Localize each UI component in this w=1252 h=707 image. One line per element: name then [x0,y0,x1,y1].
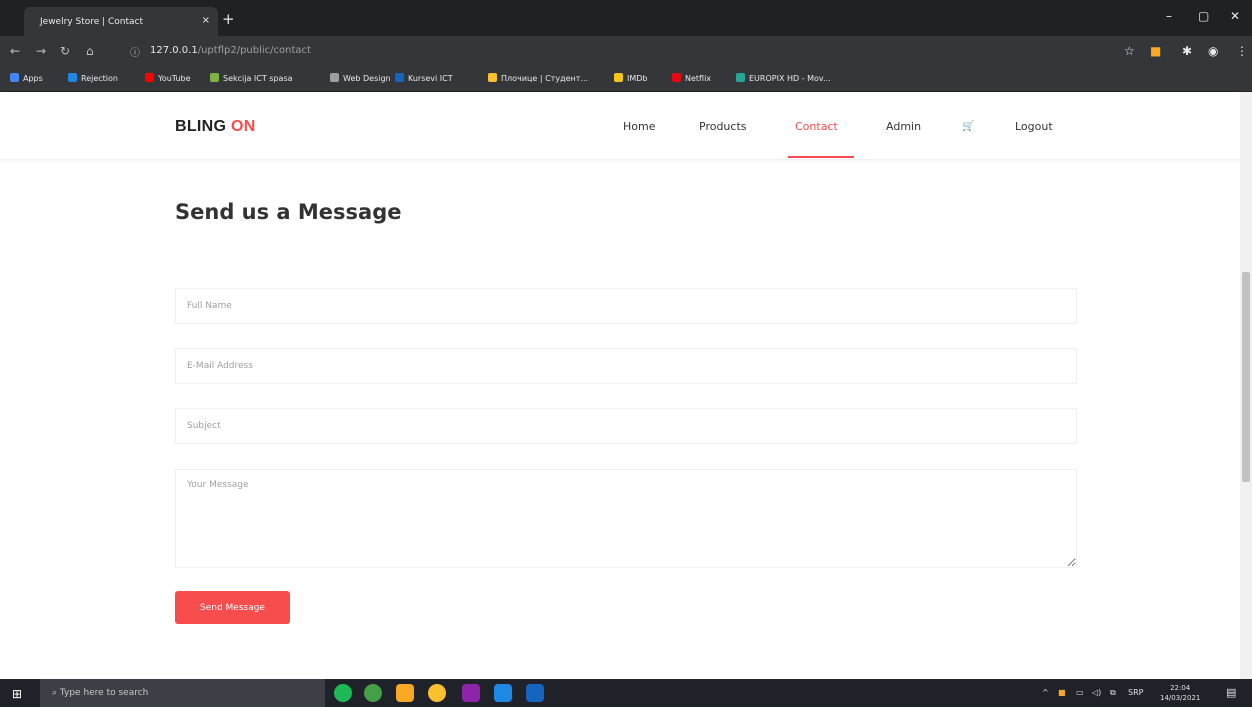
notifications-icon[interactable]: ▤ [1226,686,1236,699]
forward-icon[interactable]: → [36,44,46,58]
profile-icon[interactable]: ◉ [1208,44,1218,58]
url-path: /uptflp2/public/contact [197,45,311,56]
search-icon: ⌕ [52,688,60,698]
imdb-icon [614,73,623,82]
logo-text: BLING [175,118,232,135]
browser-titlebar: Jewelry Store | Contact × + – ▢ ✕ [0,0,1252,36]
browser-menu-icon[interactable]: ⋮ [1236,44,1248,58]
volume-icon[interactable]: ◁) [1092,688,1101,697]
page-content: BLING ON Home Products Contact Admin 🛒 L… [0,92,1240,679]
nav-contact[interactable]: Contact [795,120,838,133]
bookmark-icon [395,73,404,82]
chrome-icon[interactable] [428,684,446,702]
email-input[interactable] [175,348,1077,384]
new-tab-icon[interactable]: + [222,10,235,28]
nav-products[interactable]: Products [699,120,747,133]
app-icon[interactable] [364,684,382,702]
tray-language[interactable]: SRP [1128,688,1143,697]
extension-icon[interactable]: ■ [1150,44,1161,58]
extensions-puzzle-icon[interactable]: ✱ [1182,44,1192,58]
minimize-icon[interactable]: – [1166,9,1172,23]
taskbar-search[interactable]: ⌕ Type here to search [40,679,325,707]
windows-start-icon[interactable]: ⊞ [12,687,22,701]
tab-title: Jewelry Store | Contact [40,17,144,27]
nav-admin[interactable]: Admin [886,120,921,133]
tray-chevron-icon[interactable]: ^ [1042,688,1049,697]
bookmark-item[interactable]: YouTube [145,73,191,83]
send-message-button[interactable]: Send Message [175,591,290,624]
app-icon[interactable] [462,684,480,702]
youtube-icon [145,73,154,82]
reload-icon[interactable]: ↻ [60,44,70,58]
os-taskbar: ⊞ ⌕ Type here to search ^ ■ ▭ ◁) ⧉ SRP 2… [0,679,1252,707]
bookmark-item[interactable]: Web Design [330,73,391,83]
bookmark-icon [736,73,745,82]
bookmark-item[interactable]: Netflix [672,73,711,83]
address-input[interactable]: 127.0.0.1/uptflp2/public/contact [150,45,311,56]
cart-icon[interactable]: 🛒 [962,121,974,132]
tab-close-icon[interactable]: × [202,15,210,26]
bookmark-icon [210,73,219,82]
close-window-icon[interactable]: ✕ [1230,9,1240,23]
nav-active-indicator [788,156,854,158]
bookmark-item[interactable]: Плочице | Студент... [488,73,588,83]
bookmarks-bar: Apps Rejection YouTube Sekcija ICT spasa… [0,66,1252,92]
tray-app-icon[interactable]: ■ [1058,688,1066,697]
bookmark-item[interactable]: IMDb [614,73,648,83]
clock-time: 22:04 [1170,684,1191,692]
taskbar-search-placeholder: Type here to search [59,688,149,698]
subject-input[interactable] [175,408,1077,444]
scrollbar-thumb[interactable] [1242,272,1250,482]
home-icon[interactable]: ⌂ [86,44,94,58]
browser-toolbar: ← → ↻ ⌂ ⓘ 127.0.0.1/uptflp2/public/conta… [0,36,1252,66]
site-header: BLING ON Home Products Contact Admin 🛒 L… [0,92,1240,160]
network-icon[interactable]: ⧉ [1110,688,1116,698]
site-info-icon[interactable]: ⓘ [130,44,140,59]
bookmark-item[interactable]: Apps [10,73,43,83]
bookmark-item[interactable]: Sekcija ICT spasa [210,73,293,83]
taskbar-clock[interactable]: 22:04 14/03/2021 [1160,683,1200,703]
page-title: Send us a Message [175,200,402,224]
clock-date: 14/03/2021 [1160,694,1201,702]
word-icon[interactable] [526,684,544,702]
nav-logout[interactable]: Logout [1015,120,1053,133]
logo-accent: ON [231,118,256,135]
bookmark-icon [488,73,497,82]
bookmark-item[interactable]: EUROPIX HD - Mov... [736,73,831,83]
nav-home[interactable]: Home [623,120,655,133]
bookmark-star-icon[interactable]: ☆ [1124,44,1135,58]
maximize-icon[interactable]: ▢ [1198,9,1209,23]
battery-icon[interactable]: ▭ [1076,688,1084,697]
full-name-input[interactable] [175,288,1077,324]
browser-tab[interactable]: Jewelry Store | Contact × [24,7,218,36]
bookmark-icon [68,73,77,82]
page-scrollbar[interactable] [1240,92,1252,679]
netflix-icon [672,73,681,82]
apps-icon [10,73,19,82]
app-icon[interactable] [494,684,512,702]
message-textarea[interactable] [175,469,1077,568]
url-host: 127.0.0.1 [150,45,198,56]
bookmark-item[interactable]: Kursevi ICT [395,73,453,83]
bookmark-item[interactable]: Rejection [68,73,118,83]
spotify-icon[interactable] [334,684,352,702]
site-logo[interactable]: BLING ON [175,118,256,136]
file-explorer-icon[interactable] [396,684,414,702]
bookmark-icon [330,73,339,82]
back-icon[interactable]: ← [10,44,20,58]
